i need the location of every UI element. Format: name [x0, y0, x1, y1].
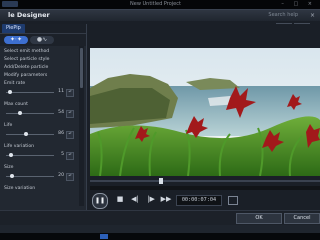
- spin-button[interactable]: ▴▾: [66, 152, 74, 160]
- param-label: Life variation: [4, 144, 35, 149]
- spin-button[interactable]: ▴▾: [66, 131, 74, 139]
- param-value: 20: [58, 173, 64, 178]
- path-icon: ●∿: [36, 36, 48, 43]
- tab-strip: PiePip: [0, 24, 86, 34]
- slider-thumb[interactable]: [8, 153, 13, 157]
- slider-thumb[interactable]: [24, 132, 29, 136]
- previous-frame-button[interactable]: ◀|: [130, 193, 140, 205]
- slider-thumb[interactable]: [9, 174, 14, 178]
- param-label: Life: [4, 123, 13, 128]
- stop-button[interactable]: ■: [116, 193, 124, 205]
- video-preview[interactable]: [90, 48, 320, 176]
- next-frame-icon: |▶: [147, 195, 155, 203]
- cancel-button[interactable]: Cancel: [284, 213, 320, 224]
- param-label: Max count: [4, 102, 28, 107]
- param-value: 54: [58, 110, 64, 115]
- taskbar-app-icon[interactable]: [100, 234, 108, 239]
- param-label: Size: [4, 165, 14, 170]
- fast-forward-icon: ▶▶: [160, 195, 172, 203]
- path-mode-button[interactable]: ●∿: [30, 36, 54, 44]
- taskbar: [0, 233, 320, 240]
- tab-particle[interactable]: PiePip: [2, 24, 25, 33]
- param-value: 86: [58, 131, 64, 136]
- max-count-slider[interactable]: [6, 113, 54, 114]
- mode-toolbar: ✦⋅✦ ●∿: [0, 34, 86, 46]
- param-value: 5: [61, 152, 64, 157]
- host-window-controls[interactable]: – □ ×: [281, 1, 316, 8]
- sparkle-icon: ✦⋅✦: [10, 36, 22, 43]
- spin-button[interactable]: ▴▾: [66, 110, 74, 118]
- spin-button[interactable]: ▴▾: [66, 173, 74, 181]
- play-pause-button[interactable]: ❚❚: [92, 193, 108, 209]
- designer-title: le Designer: [8, 11, 50, 19]
- menu-modify-parameters[interactable]: Modify parameters: [4, 73, 47, 79]
- parameters-panel: PiePip ✦⋅✦ ●∿ Select emit method Select …: [0, 24, 87, 210]
- menu-select-particle-style[interactable]: Select particle style: [4, 57, 49, 63]
- timecode-display: 00:00:07:04: [176, 195, 222, 206]
- param-label: Emit rate: [4, 81, 26, 86]
- param-label: Size variation: [4, 186, 36, 191]
- next-frame-button[interactable]: |▶: [146, 193, 156, 205]
- menu-add-delete-particle[interactable]: Add/Delete particle: [4, 65, 48, 71]
- slider-thumb[interactable]: [18, 111, 23, 115]
- menu-select-emit-method[interactable]: Select emit method: [4, 49, 49, 55]
- fast-forward-button[interactable]: ▶▶: [160, 193, 172, 205]
- scrollbar-thumb[interactable]: [80, 48, 83, 88]
- emit-rate-slider[interactable]: [6, 92, 54, 93]
- host-window-title: New Untitled Project: [130, 1, 181, 7]
- timeline-strip: [90, 186, 320, 190]
- pause-icon: ❚❚: [94, 197, 106, 204]
- app-logo: [2, 1, 18, 7]
- slider-thumb[interactable]: [7, 90, 12, 94]
- life-slider[interactable]: [6, 134, 54, 135]
- spin-button[interactable]: ▴▾: [66, 89, 74, 97]
- life-variation-slider[interactable]: [6, 155, 54, 156]
- designer-title-bar: le Designer Search help ×: [0, 10, 320, 21]
- prev-frame-icon: ◀|: [131, 195, 139, 203]
- particle-mode-button[interactable]: ✦⋅✦: [4, 36, 28, 44]
- seek-handle[interactable]: [159, 178, 164, 184]
- ok-button[interactable]: OK: [236, 213, 282, 224]
- stop-icon: ■: [116, 195, 124, 203]
- param-value: 11: [58, 89, 64, 94]
- seek-bar[interactable]: [90, 180, 320, 182]
- close-icon[interactable]: ×: [309, 12, 316, 19]
- help-link[interactable]: Search help: [268, 11, 298, 20]
- preview-image: [90, 48, 320, 176]
- fullscreen-icon[interactable]: [228, 196, 238, 205]
